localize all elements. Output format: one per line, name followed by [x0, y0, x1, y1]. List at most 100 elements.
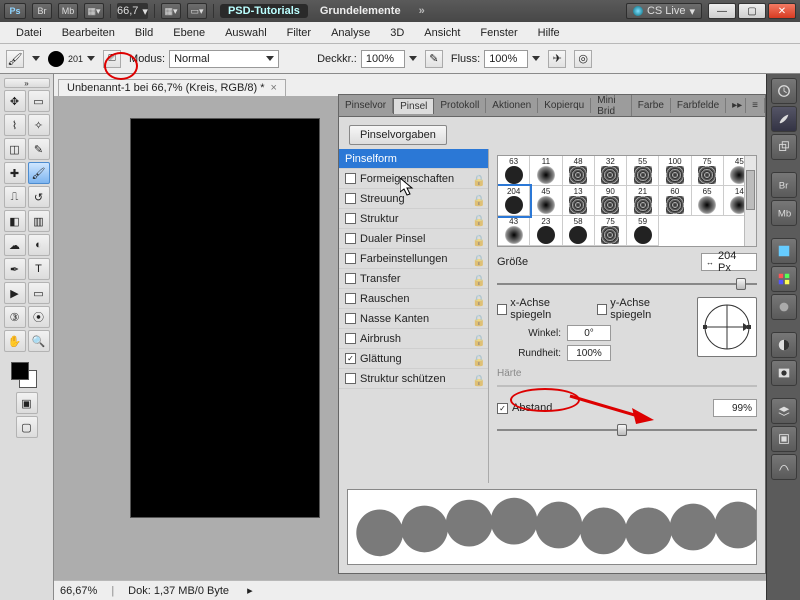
- document-tab-close-icon[interactable]: ×: [271, 82, 277, 94]
- color-panel-icon[interactable]: [771, 238, 797, 264]
- brush-setting-struktur[interactable]: Struktur🔒: [339, 209, 488, 229]
- collapse-arrow-icon[interactable]: »: [4, 78, 50, 88]
- gradient-tool[interactable]: ▥: [28, 210, 50, 232]
- layers-panel-icon[interactable]: [771, 398, 797, 424]
- adjust-panel-icon[interactable]: [771, 332, 797, 358]
- layout-button[interactable]: ▦▾: [84, 3, 104, 19]
- maximize-button[interactable]: ▢: [738, 3, 766, 19]
- brush-thumb[interactable]: 60: [659, 186, 691, 216]
- opacity-input[interactable]: 100%: [361, 50, 405, 68]
- brush-setting-transfer[interactable]: Transfer🔒: [339, 269, 488, 289]
- brush-setting-farbeinstellungen[interactable]: Farbeinstellungen🔒: [339, 249, 488, 269]
- masks-panel-icon[interactable]: [771, 360, 797, 386]
- spacing-value[interactable]: 99%: [713, 399, 757, 417]
- brush-thumb[interactable]: 32: [595, 156, 627, 186]
- spacing-slider[interactable]: [497, 423, 757, 437]
- close-button[interactable]: ✕: [768, 3, 796, 19]
- screenmode-toggle[interactable]: ▢: [16, 416, 38, 438]
- panel-tab-mini brid[interactable]: Mini Brid: [591, 95, 632, 117]
- workspace-more[interactable]: »: [413, 5, 431, 17]
- brush-thumb[interactable]: 23: [530, 216, 562, 246]
- type-tool[interactable]: T: [28, 258, 50, 280]
- menu-bearbeiten[interactable]: Bearbeiten: [54, 25, 123, 41]
- brush-thumb[interactable]: 204: [498, 186, 530, 216]
- airbrush-toggle[interactable]: ✈: [548, 50, 566, 68]
- view-extras-button[interactable]: ▦▾: [161, 3, 181, 19]
- history-brush-tool[interactable]: ↺: [28, 186, 50, 208]
- mirror-x-checkbox[interactable]: x-Achse spiegeln: [497, 297, 587, 321]
- paths-panel-icon[interactable]: [771, 454, 797, 480]
- cslive-button[interactable]: CS Live▾: [626, 3, 702, 19]
- panel-tab-pinselvor[interactable]: Pinselvor: [339, 98, 393, 113]
- brush-setting-formeigenschaften[interactable]: Formeigenschaften🔒: [339, 169, 488, 189]
- panel-tab-protokoll[interactable]: Protokoll: [434, 98, 486, 113]
- workspace-pill[interactable]: PSD-Tutorials: [220, 4, 308, 18]
- brush-grid-scrollbar[interactable]: [744, 156, 756, 246]
- hand-tool[interactable]: ✋: [4, 330, 26, 352]
- angle-input[interactable]: 0°: [567, 325, 611, 341]
- brush-thumb[interactable]: 11: [530, 156, 562, 186]
- blur-tool[interactable]: ☁: [4, 234, 26, 256]
- stamp-tool[interactable]: ⎍: [4, 186, 26, 208]
- flow-input[interactable]: 100%: [484, 50, 528, 68]
- roundness-input[interactable]: 100%: [567, 345, 611, 361]
- panel-tab-pinsel[interactable]: Pinsel: [393, 98, 434, 114]
- eraser-tool[interactable]: ◧: [4, 210, 26, 232]
- minibridge-panel-icon[interactable]: Mb: [771, 200, 797, 226]
- opacity-arrow-icon[interactable]: [409, 56, 417, 61]
- size-value[interactable]: ↔204 Px: [701, 253, 757, 271]
- brush-thumb[interactable]: 63: [498, 156, 530, 186]
- brush-thumb[interactable]: 48: [563, 156, 595, 186]
- brush-thumb[interactable]: 75: [595, 216, 627, 246]
- menu-bild[interactable]: Bild: [127, 25, 161, 41]
- brush-panel-icon[interactable]: [771, 106, 797, 132]
- 3d-tool[interactable]: ③: [4, 306, 26, 328]
- zoom-tool[interactable]: 🔍: [28, 330, 50, 352]
- brush-setting-struktur-schützen[interactable]: Struktur schützen🔒: [339, 369, 488, 389]
- menu-filter[interactable]: Filter: [279, 25, 319, 41]
- panel-tab-aktionen[interactable]: Aktionen: [486, 98, 538, 113]
- brush-thumb[interactable]: 58: [563, 216, 595, 246]
- brush-thumb[interactable]: 45: [530, 186, 562, 216]
- minibridge-button[interactable]: Mb: [58, 3, 78, 19]
- zoom-display[interactable]: 66,7▾: [117, 3, 148, 19]
- panel-tabs-more[interactable]: ▸▸: [726, 98, 746, 113]
- panel-menu-icon[interactable]: ≡: [746, 98, 765, 113]
- bridge-panel-icon[interactable]: Br: [771, 172, 797, 198]
- brush-thumb[interactable]: 43: [498, 216, 530, 246]
- dodge-tool[interactable]: ◐: [28, 234, 50, 256]
- brush-thumb[interactable]: 55: [627, 156, 659, 186]
- crop-tool[interactable]: ◫: [4, 138, 26, 160]
- menu-datei[interactable]: Datei: [8, 25, 50, 41]
- status-zoom[interactable]: 66,67%: [60, 585, 97, 597]
- shape-tool[interactable]: ▭: [28, 282, 50, 304]
- channels-panel-icon[interactable]: [771, 426, 797, 452]
- brush-setting-rauschen[interactable]: Rauschen🔒: [339, 289, 488, 309]
- screen-mode-button[interactable]: ▭▾: [187, 3, 207, 19]
- brush-picker[interactable]: 201: [48, 51, 95, 67]
- size-slider[interactable]: [497, 277, 757, 291]
- brush-shape-header[interactable]: Pinselform: [339, 149, 488, 169]
- brush-tool[interactable]: 🖌: [28, 162, 50, 184]
- panel-tab-farbe[interactable]: Farbe: [632, 98, 671, 113]
- brush-setting-streuung[interactable]: Streuung🔒: [339, 189, 488, 209]
- menu-ebene[interactable]: Ebene: [165, 25, 213, 41]
- menu-hilfe[interactable]: Hilfe: [530, 25, 568, 41]
- brush-picker-arrow-icon[interactable]: [87, 56, 95, 61]
- clone-panel-icon[interactable]: [771, 134, 797, 160]
- menu-fenster[interactable]: Fenster: [472, 25, 525, 41]
- orientation-dial[interactable]: [697, 297, 757, 357]
- menu-analyse[interactable]: Analyse: [323, 25, 378, 41]
- path-select-tool[interactable]: ▶: [4, 282, 26, 304]
- brush-thumb[interactable]: 65: [692, 186, 724, 216]
- brush-grid[interactable]: 6311483255100754520445139021606514432358…: [497, 155, 757, 247]
- brush-panel-toggle[interactable]: ⎚: [103, 50, 121, 68]
- menu-3d[interactable]: 3D: [382, 25, 412, 41]
- flow-arrow-icon[interactable]: [532, 56, 540, 61]
- opacity-pressure-toggle[interactable]: ✎: [425, 50, 443, 68]
- menu-ansicht[interactable]: Ansicht: [416, 25, 468, 41]
- bridge-button[interactable]: Br: [32, 3, 52, 19]
- brush-thumb[interactable]: 100: [659, 156, 691, 186]
- color-swatches[interactable]: [11, 362, 43, 390]
- swatches-panel-icon[interactable]: [771, 266, 797, 292]
